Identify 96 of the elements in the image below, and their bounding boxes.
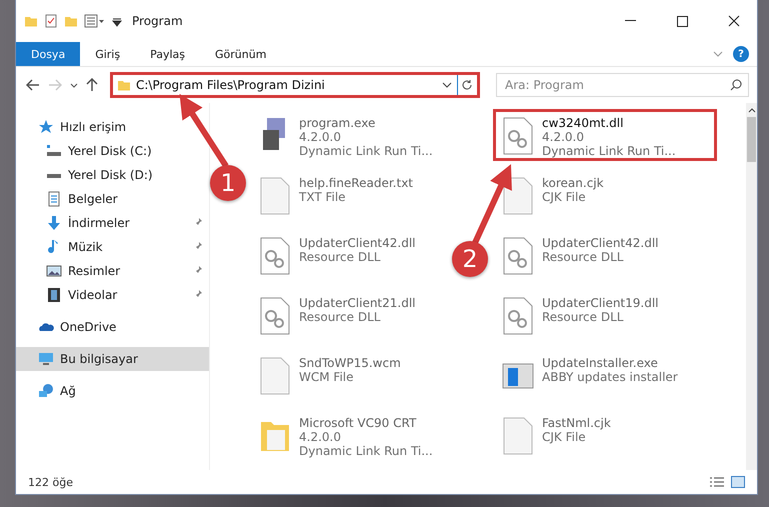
file-detail: CJK File <box>542 190 587 204</box>
file-item[interactable]: program.exe 4.2.0.0 Dynamic Link Run Ti... <box>250 109 442 161</box>
search-field[interactable]: Ara: Program <box>496 73 749 97</box>
file-item[interactable]: SndToWP15.wcm WCM File <box>250 349 410 401</box>
scrollbar[interactable] <box>746 103 757 470</box>
chevron-down-icon[interactable] <box>442 82 452 88</box>
ribbon-tab[interactable]: Dosya <box>16 42 80 66</box>
up-button[interactable] <box>84 76 100 94</box>
file-item[interactable]: help.fineReader.txt TXT File <box>250 169 422 221</box>
sidebar-item[interactable]: Yerel Disk (C:) <box>16 139 209 163</box>
large-icons-view-icon[interactable] <box>731 476 745 488</box>
file-detail: Dynamic Link Run Ti... <box>542 144 676 158</box>
drive-icon <box>46 172 62 178</box>
gear-file-icon <box>502 236 534 276</box>
back-button[interactable] <box>24 77 42 93</box>
file-detail: Dynamic Link Run Ti... <box>299 144 433 158</box>
file-name: Microsoft VC90 CRT <box>299 416 418 430</box>
file-item[interactable]: UpdaterClient21.dll Resource DLL <box>250 289 425 341</box>
folder-icon <box>117 78 131 92</box>
network-icon <box>38 383 54 399</box>
file-name: korean.cjk <box>542 176 604 190</box>
file-name: UpdaterClient21.dll <box>299 296 416 310</box>
file-detail: WCM File <box>299 370 354 384</box>
file-detail: TXT File <box>299 190 347 204</box>
file-detail: Dynamic Link Run Ti... <box>299 444 433 458</box>
ribbon-tab[interactable]: Paylaş <box>135 42 200 66</box>
down-arrow-icon <box>46 215 62 231</box>
file-item[interactable]: korean.cjk CJK File <box>493 169 613 221</box>
file-detail: 4.2.0.0 <box>299 130 342 144</box>
minimize-icon <box>624 20 636 22</box>
sidebar-item[interactable]: İndirmeler <box>16 211 209 235</box>
file-name: UpdateInstaller.exe <box>542 356 659 370</box>
blank-file-icon <box>502 416 534 456</box>
window-title: Program <box>132 14 184 28</box>
file-name: program.exe <box>299 116 376 130</box>
search-icon <box>730 79 742 91</box>
file-item[interactable]: UpdaterClient42.dll Resource DLL <box>493 229 668 281</box>
monitor-icon <box>38 351 54 367</box>
file-item[interactable]: cw3240mt.dll 4.2.0.0 Dynamic Link Run Ti... <box>493 109 717 161</box>
picture-icon <box>46 263 62 279</box>
drive-icon <box>46 143 62 159</box>
sidebar-item[interactable]: Hızlı erişim <box>16 115 209 139</box>
file-detail: Resource DLL <box>299 310 382 324</box>
blank-file-icon <box>259 176 291 216</box>
file-name: cw3240mt.dll <box>542 116 624 130</box>
file-detail: Resource DLL <box>299 250 382 264</box>
ribbon-tab[interactable]: Giriş <box>80 42 136 66</box>
gear-file-icon <box>259 296 291 336</box>
folder-icon <box>24 14 38 28</box>
blank-file-icon <box>502 176 534 216</box>
sidebar-item[interactable]: OneDrive <box>16 315 209 339</box>
sidebar-item[interactable]: Ağ <box>16 379 209 403</box>
item-count: 122 öğe <box>28 476 73 488</box>
star-icon <box>38 119 54 135</box>
gear-file-icon <box>502 116 534 156</box>
blank-file-icon <box>259 356 291 396</box>
file-item[interactable]: UpdaterClient42.dll Resource DLL <box>250 229 425 281</box>
sidebar-item[interactable]: Yerel Disk (D:) <box>16 163 209 187</box>
file-name: UpdaterClient42.dll <box>299 236 416 250</box>
recent-locations-button[interactable] <box>68 80 80 90</box>
file-detail: Resource DLL <box>542 310 624 324</box>
file-detail: Resource DLL <box>542 250 624 264</box>
checklist-icon <box>44 14 58 28</box>
folder-icon <box>64 14 78 28</box>
file-item[interactable]: UpdateInstaller.exe ABBY updates installer <box>493 349 687 401</box>
scrollbar-thumb[interactable] <box>747 117 756 162</box>
sidebar-item[interactable]: Belgeler <box>16 187 209 211</box>
help-button[interactable]: ? <box>733 46 749 62</box>
sidebar-item[interactable]: Videolar <box>16 283 209 307</box>
file-name: FastNml.cjk <box>542 416 611 430</box>
close-icon <box>728 15 740 27</box>
file-name: UpdaterClient42.dll <box>542 236 659 250</box>
file-detail: 4.2.0.0 <box>542 130 585 144</box>
file-detail: ABBY updates installer <box>542 370 678 384</box>
file-name: SndToWP15.wcm <box>299 356 401 370</box>
file-item[interactable]: FastNml.cjk CJK File <box>493 409 620 461</box>
sidebar-item[interactable]: Resimler <box>16 259 209 283</box>
file-detail: 4.2.0.0 <box>299 430 342 444</box>
scroll-up-icon[interactable] <box>748 107 756 113</box>
gear-file-icon <box>259 236 291 276</box>
sidebar-item[interactable]: Müzik <box>16 235 209 259</box>
refresh-icon <box>461 79 474 91</box>
document-icon <box>46 191 62 207</box>
film-icon <box>46 287 62 303</box>
file-item[interactable]: UpdaterClient19.dll Resource DLL <box>493 289 668 341</box>
file-detail: CJK File <box>542 430 587 444</box>
details-view-icon[interactable] <box>709 476 725 488</box>
properties-icon[interactable] <box>84 14 106 28</box>
maximize-icon <box>676 16 688 26</box>
file-name: help.fineReader.txt <box>299 176 413 190</box>
file-item[interactable]: Microsoft VC90 CRT 4.2.0.0 Dynamic Link Run Ti... <box>250 409 442 461</box>
gear-file-icon <box>502 296 534 336</box>
ribbon-tab[interactable]: Görünüm <box>200 42 282 66</box>
sidebar-item[interactable]: Bu bilgisayar <box>16 347 209 371</box>
file-name: UpdaterClient19.dll <box>542 296 659 310</box>
address-field[interactable]: C:\Program Files\Program Dizini <box>110 72 480 98</box>
